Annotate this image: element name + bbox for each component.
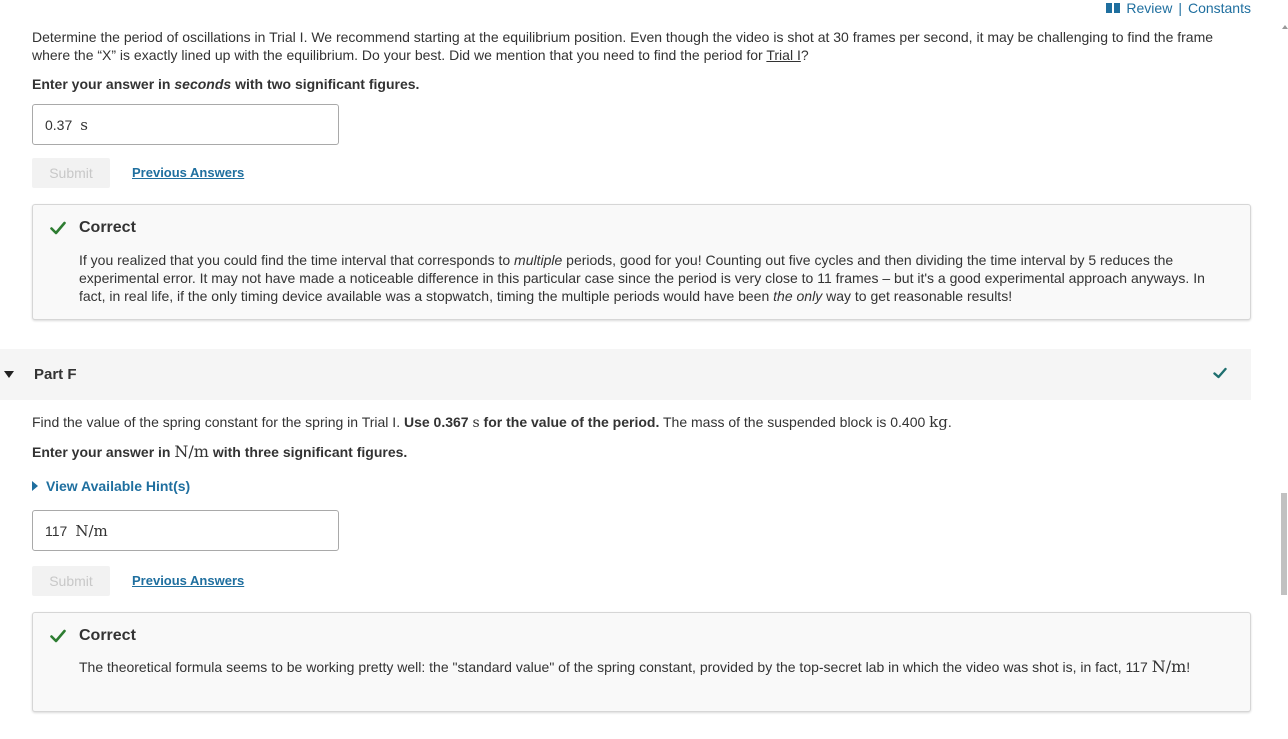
scrollbar[interactable] [1280, 0, 1288, 739]
question-text-end: . [947, 414, 952, 430]
feedback-emphasis: the only [773, 288, 823, 304]
unit-seconds: s [472, 415, 480, 431]
book-icon [1106, 3, 1121, 13]
review-link[interactable]: Review [1126, 0, 1172, 16]
question-bold: Use 0.367 [403, 414, 473, 430]
part-e-answer-field[interactable]: 0.37 s [32, 104, 339, 145]
feedback-title: Correct [79, 219, 136, 236]
instruction-text: Enter your answer in [32, 444, 175, 460]
hint-triangle-icon [32, 481, 38, 491]
part-f-submit-button[interactable]: Submit [32, 566, 110, 596]
part-e-submit-button[interactable]: Submit [32, 158, 110, 188]
unit-kg: kg [929, 413, 948, 431]
feedback-text: If you realized that you could find the … [79, 252, 515, 268]
feedback-text: The theoretical formula seems to be work… [79, 659, 1152, 675]
feedback-body: The theoretical formula seems to be work… [79, 658, 1228, 676]
answer-unit: s [80, 115, 88, 134]
instruction-text-end: with two significant figures. [231, 76, 420, 92]
part-f-previous-answers-link[interactable]: Previous Answers [132, 573, 244, 588]
constants-link[interactable]: Constants [1188, 0, 1251, 16]
feedback-emphasis: multiple [514, 252, 563, 268]
scroll-up-arrow-icon[interactable] [1282, 25, 1288, 29]
part-f-instruction: Enter your answer in N/m with three sign… [32, 443, 1247, 461]
part-f-title: Part F [34, 366, 77, 383]
answer-value: 117 [45, 522, 68, 539]
instruction-text-end: with three significant figures. [208, 444, 408, 460]
top-links: Review | Constants [1106, 0, 1251, 16]
view-hints-toggle[interactable]: View Available Hint(s) [32, 478, 190, 494]
feedback-body: If you realized that you could find the … [79, 251, 1228, 305]
instruction-emphasis: seconds [174, 76, 232, 92]
collapse-triangle-icon[interactable] [4, 371, 14, 378]
question-text: Find the value of the spring constant fo… [32, 414, 404, 430]
feedback-text: way to get reasonable results! [822, 288, 1013, 304]
part-f-question: Find the value of the spring constant fo… [32, 413, 1247, 432]
part-f-header[interactable]: Part F [0, 349, 1251, 400]
scrollbar-thumb[interactable] [1281, 493, 1287, 595]
question-text: Determine the period of oscillations in … [32, 29, 1214, 63]
part-f-feedback: Correct The theoretical formula seems to… [32, 612, 1251, 712]
feedback-unit: N/m [1151, 657, 1187, 676]
part-f-answer-field[interactable]: 117 N/m [32, 510, 339, 551]
trial-i-link[interactable]: Trial I [766, 47, 800, 63]
instruction-unit: N/m [174, 442, 209, 461]
question-bold: for the value of the period. [479, 414, 660, 430]
completed-check-icon [1213, 367, 1227, 379]
question-text: The mass of the suspended block is 0.400 [659, 414, 930, 430]
part-e-previous-answers-link[interactable]: Previous Answers [132, 165, 244, 180]
part-e-instruction: Enter your answer in seconds with two si… [32, 75, 1247, 93]
part-e-feedback: Correct If you realized that you could f… [32, 204, 1251, 320]
part-e-question: Determine the period of oscillations in … [32, 28, 1247, 64]
link-separator: | [1178, 0, 1182, 16]
check-icon [50, 629, 66, 643]
answer-unit: N/m [75, 521, 108, 540]
instruction-text: Enter your answer in [32, 76, 175, 92]
question-text-end: ? [800, 47, 809, 63]
hints-label: View Available Hint(s) [46, 478, 191, 494]
feedback-title: Correct [79, 627, 136, 644]
answer-value: 0.37 [45, 116, 73, 133]
feedback-text-end: ! [1186, 659, 1191, 675]
check-icon [50, 221, 66, 235]
